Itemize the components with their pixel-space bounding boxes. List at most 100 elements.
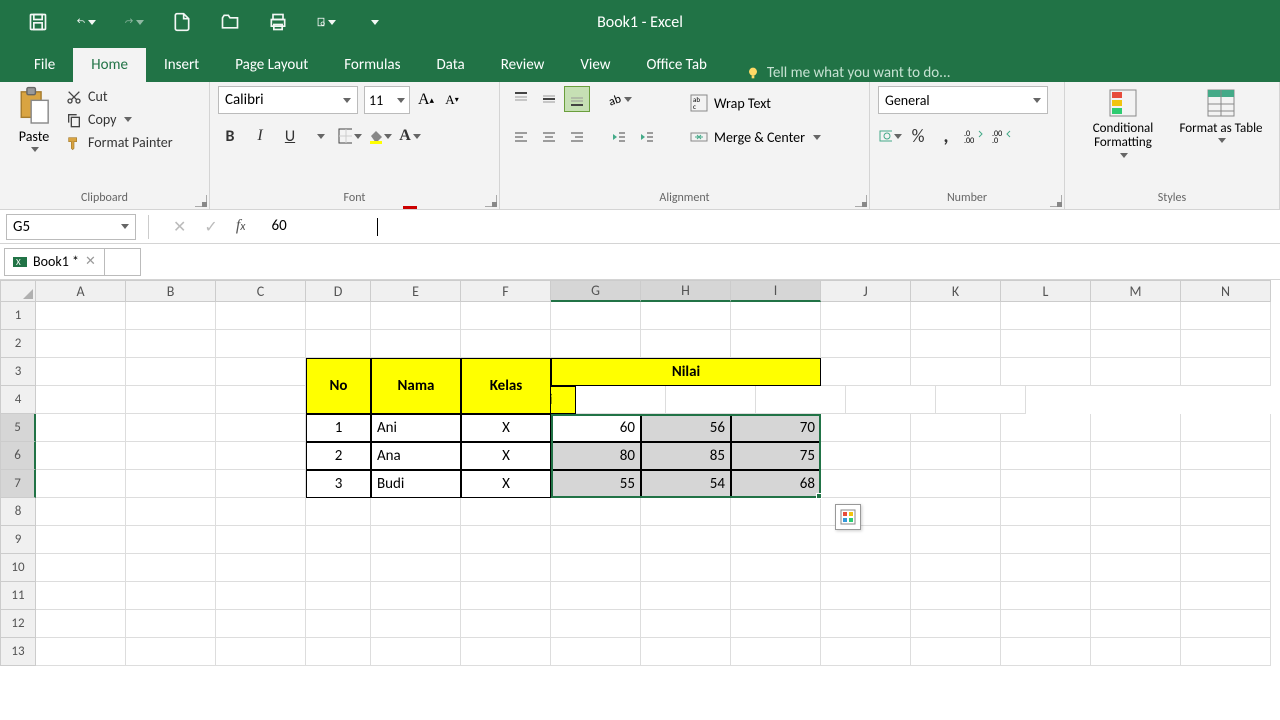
number-format-combo[interactable]: General [878,86,1048,114]
cell-E7[interactable]: Budi [371,470,461,498]
cell-J2[interactable] [821,330,911,358]
decrease-font-icon[interactable]: A▾ [442,87,462,113]
font-name-combo[interactable]: Calibri [218,86,358,114]
increase-font-icon[interactable]: A▴ [416,87,436,113]
cell-I2[interactable] [731,330,821,358]
cell-N4[interactable] [936,386,1026,414]
cell-L11[interactable] [1001,582,1091,610]
close-tab-icon[interactable]: ✕ [85,254,96,269]
cell-M11[interactable] [1091,582,1181,610]
cell-N13[interactable] [1181,638,1271,666]
cell-K12[interactable] [911,610,1001,638]
cell-N10[interactable] [1181,554,1271,582]
column-header-G[interactable]: G [551,280,641,302]
row-header-3[interactable]: 3 [0,358,36,386]
formula-input[interactable]: 60 [263,215,1280,237]
cell-H2[interactable] [641,330,731,358]
cell-A13[interactable] [36,638,126,666]
quick-analysis-button[interactable] [835,504,861,530]
cell-G2[interactable] [551,330,641,358]
cell-D2[interactable] [306,330,371,358]
increase-decimal-button[interactable]: .0.00 [962,124,986,148]
cell-L13[interactable] [1001,638,1091,666]
paste-button[interactable]: Paste [8,86,60,191]
cell-E5[interactable]: Ani [371,414,461,442]
cell-L9[interactable] [1001,526,1091,554]
font-launcher[interactable] [485,195,497,207]
format-painter-button[interactable]: Format Painter [66,134,173,151]
fill-color-button[interactable] [368,124,392,148]
cell-F7[interactable]: X [461,470,551,498]
cell-L10[interactable] [1001,554,1091,582]
column-header-H[interactable]: H [641,280,731,302]
cell-N12[interactable] [1181,610,1271,638]
cell-M8[interactable] [1091,498,1181,526]
tab-review[interactable]: Review [483,48,563,82]
cell-D1[interactable] [306,302,371,330]
cell-L1[interactable] [1001,302,1091,330]
cell-M12[interactable] [1091,610,1181,638]
cell-L7[interactable] [1001,470,1091,498]
cell-F10[interactable] [461,554,551,582]
cell-E1[interactable] [371,302,461,330]
percent-button[interactable]: % [906,124,930,148]
row-header-4[interactable]: 4 [0,386,36,414]
row-header-10[interactable]: 10 [0,554,36,582]
cell-I8[interactable] [731,498,821,526]
redo-icon[interactable] [124,12,144,32]
cell-H5[interactable]: 56 [641,414,731,442]
cell-I1[interactable] [731,302,821,330]
cell-A9[interactable] [36,526,126,554]
cell-C10[interactable] [216,554,306,582]
new-tab-button[interactable] [105,248,141,276]
cell-M13[interactable] [1091,638,1181,666]
column-header-N[interactable]: N [1181,280,1271,302]
cell-I6[interactable]: 75 [731,442,821,470]
cell-C7[interactable] [216,470,306,498]
cell-M3[interactable] [1091,358,1181,386]
cell-D9[interactable] [306,526,371,554]
cell-E13[interactable] [371,638,461,666]
cell-K7[interactable] [911,470,1001,498]
cell-N6[interactable] [1181,442,1271,470]
cell-M1[interactable] [1091,302,1181,330]
cell-C2[interactable] [216,330,306,358]
accounting-format-button[interactable] [878,124,902,148]
align-bottom-button[interactable] [564,86,590,112]
cell-L5[interactable] [1001,414,1091,442]
cell-J5[interactable] [821,414,911,442]
cell-H6[interactable]: 85 [641,442,731,470]
cell-B13[interactable] [126,638,216,666]
cell-E12[interactable] [371,610,461,638]
cell-M6[interactable] [1091,442,1181,470]
cell-A1[interactable] [36,302,126,330]
cell-C9[interactable] [216,526,306,554]
cell-L8[interactable] [1001,498,1091,526]
column-header-K[interactable]: K [911,280,1001,302]
cell-G8[interactable] [551,498,641,526]
cell-K6[interactable] [911,442,1001,470]
cell-N3[interactable] [1181,358,1271,386]
tab-view[interactable]: View [562,48,628,82]
cell-A11[interactable] [36,582,126,610]
tab-file[interactable]: File [16,48,73,82]
cell-K8[interactable] [911,498,1001,526]
cell-D10[interactable] [306,554,371,582]
cell-G13[interactable] [551,638,641,666]
cell-M5[interactable] [1091,414,1181,442]
row-header-6[interactable]: 6 [0,442,36,470]
row-header-8[interactable]: 8 [0,498,36,526]
cell-B10[interactable] [126,554,216,582]
cell-A6[interactable] [36,442,126,470]
cell-C13[interactable] [216,638,306,666]
cell-B5[interactable] [126,414,216,442]
cell-K1[interactable] [911,302,1001,330]
print-preview-icon[interactable] [316,12,336,32]
qat-customize-icon[interactable] [364,12,384,32]
cell-D8[interactable] [306,498,371,526]
align-left-button[interactable] [508,124,534,150]
cell-G12[interactable] [551,610,641,638]
column-header-B[interactable]: B [126,280,216,302]
row-header-2[interactable]: 2 [0,330,36,358]
italic-button[interactable]: I [248,124,272,148]
